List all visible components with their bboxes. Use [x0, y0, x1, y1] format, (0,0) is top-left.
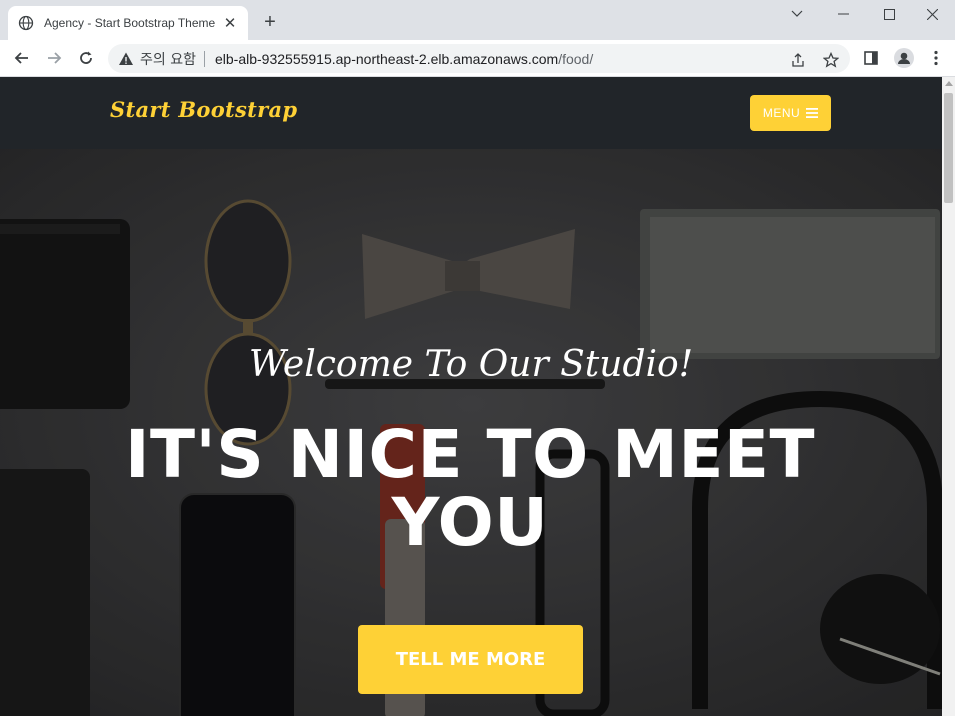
- side-panel-button[interactable]: [857, 44, 885, 72]
- browser-tab[interactable]: Agency - Start Bootstrap Theme ✕: [8, 6, 248, 40]
- scrollbar-thumb[interactable]: [944, 93, 953, 203]
- avatar-icon: [894, 48, 914, 68]
- warning-icon: [119, 52, 133, 65]
- site-navbar: Start Bootstrap MENU: [0, 77, 942, 149]
- chrome-menu-button[interactable]: [922, 44, 950, 72]
- menu-button[interactable]: MENU: [750, 95, 831, 131]
- reload-button[interactable]: [72, 44, 100, 72]
- hero-subheading: Welcome To Our Studio!: [248, 344, 694, 385]
- kebab-menu-icon: [934, 50, 938, 66]
- url-path: /food/: [558, 50, 594, 67]
- cta-label: TELL ME MORE: [395, 649, 546, 670]
- share-button[interactable]: [788, 50, 808, 70]
- close-icon[interactable]: ✕: [222, 15, 238, 32]
- new-tab-button[interactable]: +: [258, 10, 282, 34]
- arrow-right-icon: [48, 52, 62, 64]
- hero-heading-line-1: IT'S NICE TO MEET: [124, 416, 816, 493]
- hero-heading: IT'S NICE TO MEET YOU: [100, 421, 840, 557]
- brand-logo[interactable]: Start Bootstrap: [110, 97, 297, 122]
- star-icon: [823, 52, 839, 68]
- address-bar[interactable]: 주의 요함 elb-alb-932555915.ap-northeast-2.e…: [108, 44, 850, 73]
- menu-label: MENU: [762, 106, 801, 120]
- back-button[interactable]: [8, 44, 36, 72]
- side-panel-icon: [864, 51, 878, 65]
- share-icon: [792, 53, 804, 67]
- hamburger-icon: [806, 108, 819, 118]
- tell-me-more-button[interactable]: TELL ME MORE: [358, 625, 583, 694]
- tab-strip: Agency - Start Bootstrap Theme ✕ +: [0, 0, 955, 40]
- forward-button[interactable]: [40, 44, 68, 72]
- window-close-button[interactable]: [909, 0, 955, 28]
- minimize-icon: [837, 13, 849, 15]
- reload-icon: [80, 51, 92, 64]
- bookmark-button[interactable]: [821, 50, 841, 70]
- page-scrollbar[interactable]: [942, 77, 955, 716]
- arrow-left-icon: [14, 52, 28, 64]
- hero-section: Welcome To Our Studio! IT'S NICE TO MEET…: [0, 149, 942, 716]
- scroll-up-arrow-icon[interactable]: [945, 81, 953, 86]
- url-host: elb-alb-932555915.ap-northeast-2.elb.ama…: [214, 50, 559, 67]
- browser-toolbar: 주의 요함 elb-alb-932555915.ap-northeast-2.e…: [0, 40, 955, 77]
- minimize-button[interactable]: [820, 0, 866, 28]
- tab-title: Agency - Start Bootstrap Theme: [44, 16, 216, 30]
- globe-icon: [18, 15, 34, 31]
- page-viewport: Start Bootstrap MENU Welcome To Our Stud…: [0, 77, 942, 716]
- profile-button[interactable]: [890, 44, 918, 72]
- hero-heading-line-2: YOU: [391, 484, 549, 561]
- maximize-button[interactable]: [866, 0, 912, 28]
- chevron-down-icon: [791, 10, 803, 17]
- security-label[interactable]: 주의 요함: [140, 49, 196, 69]
- close-icon: [926, 8, 938, 20]
- divider: [203, 50, 205, 67]
- tab-search-button[interactable]: [774, 0, 820, 28]
- maximize-icon: [883, 8, 895, 20]
